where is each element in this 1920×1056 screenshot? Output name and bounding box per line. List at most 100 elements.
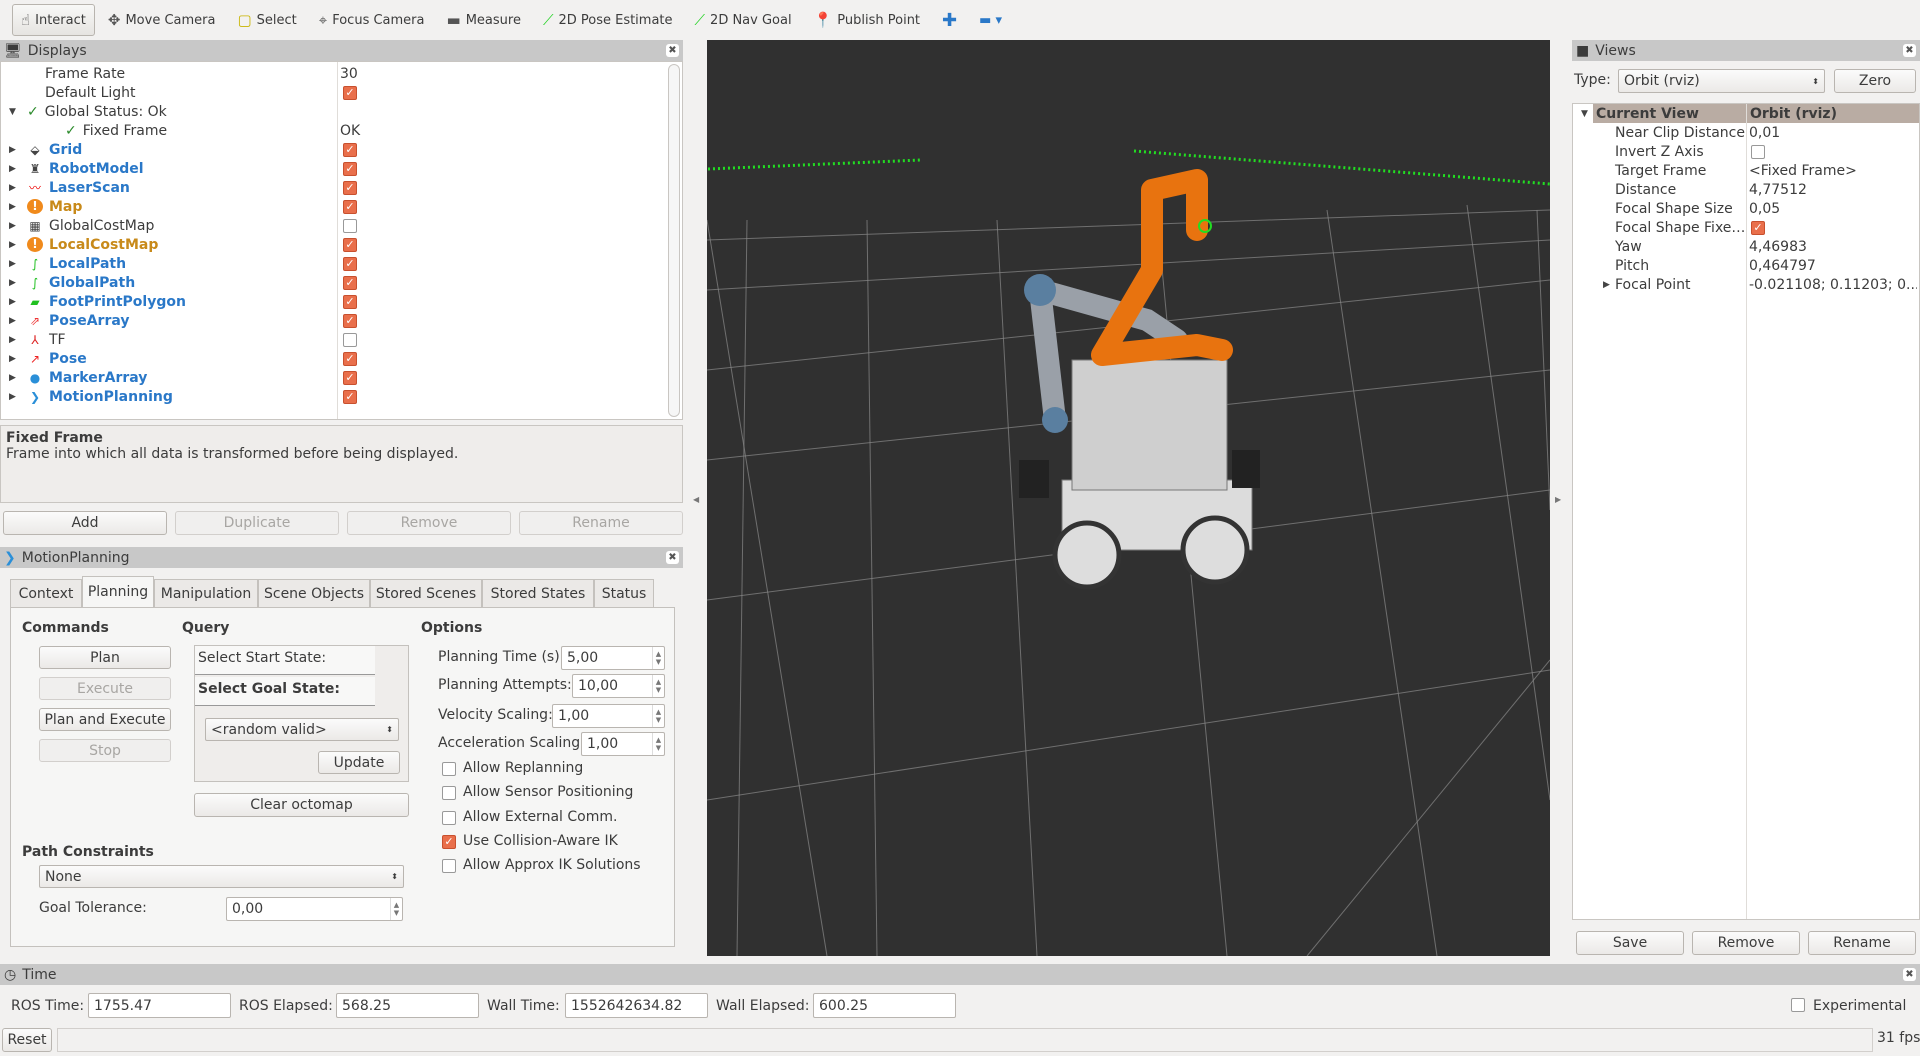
option-checkbox[interactable]: [442, 762, 456, 776]
tab-context[interactable]: Context: [10, 579, 82, 607]
enable-checkbox[interactable]: ✓: [343, 370, 357, 385]
property-checkbox[interactable]: [1751, 144, 1765, 159]
stop-button[interactable]: Stop: [39, 739, 171, 762]
display-row[interactable]: Frame Rate 30: [1, 64, 682, 83]
current-view-row[interactable]: ▼ Current View Orbit (rviz): [1581, 104, 1919, 123]
tab-scene-objects[interactable]: Scene Objects: [258, 579, 370, 607]
collapsed-arrow-icon[interactable]: ▶: [9, 278, 16, 288]
collapsed-arrow-icon[interactable]: ▶: [9, 297, 16, 307]
tab-status[interactable]: Status: [594, 579, 654, 607]
add-button[interactable]: Add: [3, 511, 167, 535]
collapse-right-icon[interactable]: ▶: [1555, 495, 1561, 504]
display-row[interactable]: ▶ ♜ RobotModel ✓: [1, 159, 682, 178]
collapsed-arrow-icon[interactable]: ▶: [9, 221, 16, 231]
enable-checkbox[interactable]: ✓: [343, 180, 357, 195]
expanded-arrow-icon[interactable]: ▼: [9, 107, 16, 117]
collapsed-arrow-icon[interactable]: ▶: [9, 354, 16, 364]
display-row[interactable]: ▶ 〰 LaserScan ✓: [1, 178, 682, 197]
tool-select[interactable]: ▢ Select: [228, 4, 305, 36]
display-row[interactable]: ✓ Fixed Frame OK: [1, 121, 682, 140]
display-row[interactable]: ▶ ⬙ Grid ✓: [1, 140, 682, 159]
enable-checkbox[interactable]: ✓: [343, 275, 357, 290]
spin-arrows-icon[interactable]: ▲ ▼: [652, 647, 664, 669]
display-row[interactable]: ▶ ▰ FootPrintPolygon ✓: [1, 292, 682, 311]
rename-button[interactable]: Rename: [519, 511, 683, 535]
property-checkbox[interactable]: ✓: [1751, 220, 1765, 235]
display-row[interactable]: ▶ ⇗ PoseArray ✓: [1, 311, 682, 330]
collapsed-arrow-icon[interactable]: ▶: [9, 183, 16, 193]
enable-checkbox[interactable]: ✓: [343, 351, 357, 366]
remove-tool-icon[interactable]: ▬ ▾: [970, 4, 1011, 36]
velocity-input[interactable]: 1,00 ▲ ▼: [552, 704, 665, 728]
display-row[interactable]: ▶! Map ✓: [1, 197, 682, 216]
tool-interact[interactable]: ☝ Interact: [12, 4, 95, 36]
clear-octomap-button[interactable]: Clear octomap: [194, 793, 409, 817]
enable-checkbox[interactable]: ✓: [343, 85, 357, 100]
rename-view-button[interactable]: Rename: [1808, 931, 1916, 955]
planning-attempts-input[interactable]: 10,00 ▲ ▼: [572, 674, 665, 698]
collapse-left-icon[interactable]: ◀: [693, 495, 699, 504]
display-row[interactable]: ▶ ↗ Pose ✓: [1, 349, 682, 368]
save-view-button[interactable]: Save: [1576, 931, 1684, 955]
option-checkbox[interactable]: ✓: [442, 834, 456, 849]
collapsed-arrow-icon[interactable]: ▶: [9, 240, 16, 250]
close-icon[interactable]: ✖: [666, 44, 679, 57]
collapsed-arrow-icon[interactable]: ▶: [9, 202, 16, 212]
3d-viewport[interactable]: [707, 40, 1550, 956]
tool-2d-pose-estimate[interactable]: ⟋ 2D Pose Estimate: [534, 4, 682, 36]
enable-checkbox[interactable]: ✓: [343, 142, 357, 157]
display-row[interactable]: ▶ ● MarkerArray ✓: [1, 368, 682, 387]
spin-arrows-icon[interactable]: ▲ ▼: [390, 898, 402, 920]
wall-time-field[interactable]: 1552642634.82: [565, 993, 708, 1018]
zero-button[interactable]: Zero: [1834, 69, 1916, 93]
collapsed-arrow-icon[interactable]: ▶: [9, 164, 16, 174]
plan-and-execute-button[interactable]: Plan and Execute: [39, 708, 171, 731]
close-icon[interactable]: ✖: [666, 551, 679, 564]
accel-input[interactable]: 1,00 ▲ ▼: [581, 732, 665, 756]
goal-tolerance-input[interactable]: 0,00 ▲ ▼: [226, 897, 403, 921]
reset-button[interactable]: Reset: [2, 1028, 52, 1052]
option-checkbox[interactable]: [442, 810, 456, 825]
update-button[interactable]: Update: [318, 751, 400, 774]
path-constraints-select[interactable]: None ⬍: [39, 865, 404, 888]
spin-arrows-icon[interactable]: ▲ ▼: [652, 675, 664, 697]
collapsed-arrow-icon[interactable]: ▶: [1603, 280, 1610, 290]
select-goal-state-tab[interactable]: Select Goal State:: [195, 677, 375, 706]
enable-checkbox[interactable]: ✓: [343, 237, 357, 252]
plan-button[interactable]: Plan: [39, 646, 171, 669]
display-row[interactable]: ▶ ▦ GlobalCostMap: [1, 216, 682, 235]
enable-checkbox[interactable]: ✓: [343, 294, 357, 309]
wall-elapsed-field[interactable]: 600.25: [813, 993, 956, 1018]
tab-stored-states[interactable]: Stored States: [482, 579, 594, 607]
add-tool-icon[interactable]: ✚: [933, 4, 966, 36]
collapsed-arrow-icon[interactable]: ▶: [9, 145, 16, 155]
enable-checkbox[interactable]: ✓: [343, 161, 357, 176]
ros-time-field[interactable]: 1755.47: [88, 993, 231, 1018]
enable-checkbox[interactable]: [343, 332, 357, 347]
goal-state-select[interactable]: <random valid> ⬍: [205, 718, 399, 741]
collapsed-arrow-icon[interactable]: ▶: [9, 259, 16, 269]
enable-checkbox[interactable]: ✓: [343, 199, 357, 214]
select-start-state-tab[interactable]: Select Start State:: [195, 646, 375, 675]
tool-focus-camera[interactable]: ⌖ Focus Camera: [310, 4, 434, 36]
tool-2d-nav-goal[interactable]: ⟋ 2D Nav Goal: [686, 4, 801, 36]
tab-stored-scenes[interactable]: Stored Scenes: [370, 579, 482, 607]
tool-measure[interactable]: ▬ Measure: [438, 4, 530, 36]
enable-checkbox[interactable]: ✓: [343, 389, 357, 404]
collapsed-arrow-icon[interactable]: ▶: [9, 316, 16, 326]
display-row[interactable]: Default Light ✓: [1, 83, 682, 102]
option-checkbox[interactable]: [442, 859, 456, 874]
expand-arrow-icon[interactable]: ▼: [1581, 109, 1588, 119]
collapsed-arrow-icon[interactable]: ▶: [9, 335, 16, 345]
close-icon[interactable]: ✖: [1903, 44, 1916, 57]
remove-button[interactable]: Remove: [347, 511, 511, 535]
enable-checkbox[interactable]: ✓: [343, 313, 357, 328]
display-row[interactable]: ▶ ∫ LocalPath ✓: [1, 254, 682, 273]
enable-checkbox[interactable]: ✓: [343, 256, 357, 271]
spin-arrows-icon[interactable]: ▲ ▼: [652, 705, 664, 727]
view-type-select[interactable]: Orbit (rviz) ⬍: [1618, 69, 1825, 93]
collapsed-arrow-icon[interactable]: ▶: [9, 392, 16, 402]
remove-view-button[interactable]: Remove: [1692, 931, 1800, 955]
spin-arrows-icon[interactable]: ▲ ▼: [652, 733, 664, 755]
display-row[interactable]: ▶ ∫ GlobalPath ✓: [1, 273, 682, 292]
